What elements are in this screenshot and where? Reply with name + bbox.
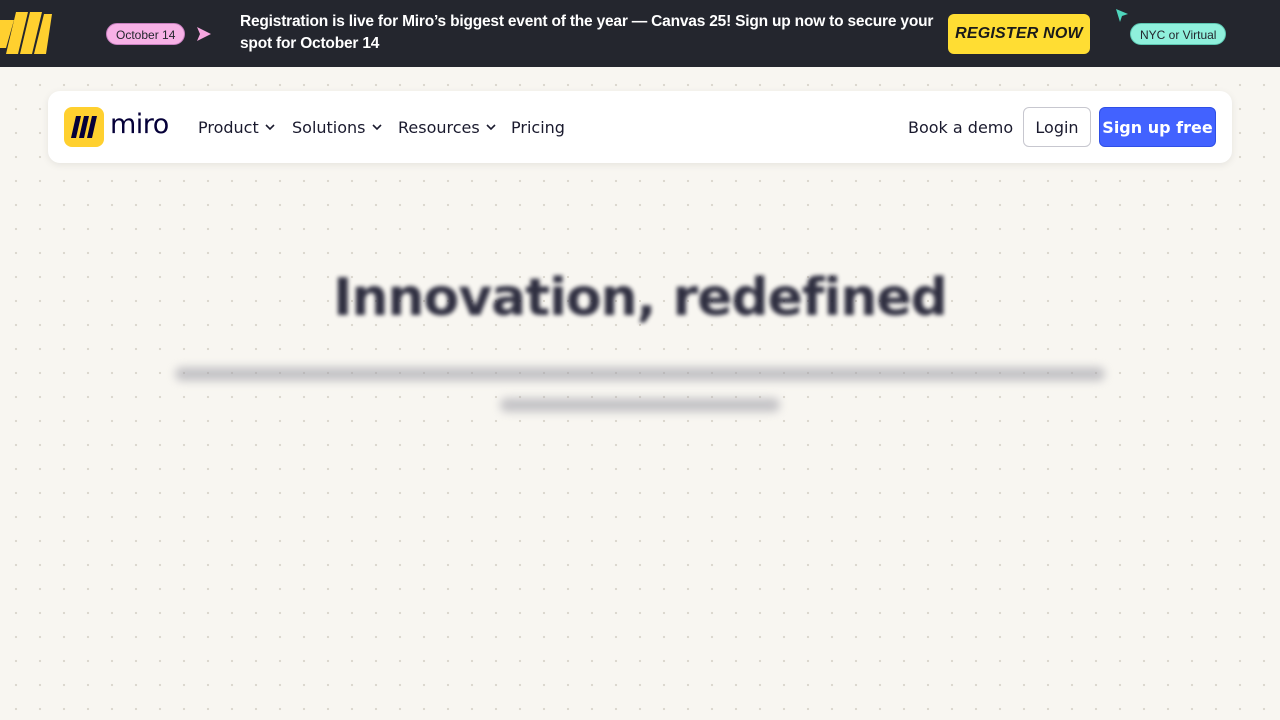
nav-item-label: Solutions <box>292 117 366 137</box>
hero-subtitle-blurred <box>160 358 1120 420</box>
nav-item-pricing[interactable]: Pricing <box>511 115 565 139</box>
nav-item-label: Pricing <box>511 117 565 137</box>
book-demo-link[interactable]: Book a demo <box>908 115 1013 139</box>
hero-title: Innovation, redefined <box>333 268 948 328</box>
miro-logo-icon[interactable] <box>64 107 104 147</box>
miro-banner-logo-icon <box>0 12 52 54</box>
cursor-icon <box>1116 9 1128 22</box>
banner-message: Registration is live for Miro’s biggest … <box>240 13 934 52</box>
nav-item-label: Resources <box>398 117 480 137</box>
nav-item-resources[interactable]: Resources <box>398 115 496 139</box>
sign-up-free-button[interactable]: Sign up free <box>1099 107 1216 147</box>
register-now-button[interactable]: REGISTER NOW <box>948 14 1090 54</box>
announcement-banner: October 14 Registration is live for Miro… <box>0 0 1280 67</box>
arrow-pointer-icon <box>197 27 211 41</box>
login-button[interactable]: Login <box>1023 107 1091 147</box>
event-date-badge: October 14 <box>106 23 186 45</box>
main-navigation: miro Product Solutions Resources Pricing… <box>48 91 1232 163</box>
nav-item-solutions[interactable]: Solutions <box>292 115 382 139</box>
chevron-down-icon <box>265 123 275 130</box>
nav-item-label: Product <box>198 117 259 137</box>
chevron-down-icon <box>371 123 382 130</box>
event-location-badge: NYC or Virtual <box>1130 23 1227 45</box>
brand-name[interactable]: miro <box>110 109 169 140</box>
nav-item-product[interactable]: Product <box>198 115 275 139</box>
chevron-down-icon <box>486 123 496 130</box>
